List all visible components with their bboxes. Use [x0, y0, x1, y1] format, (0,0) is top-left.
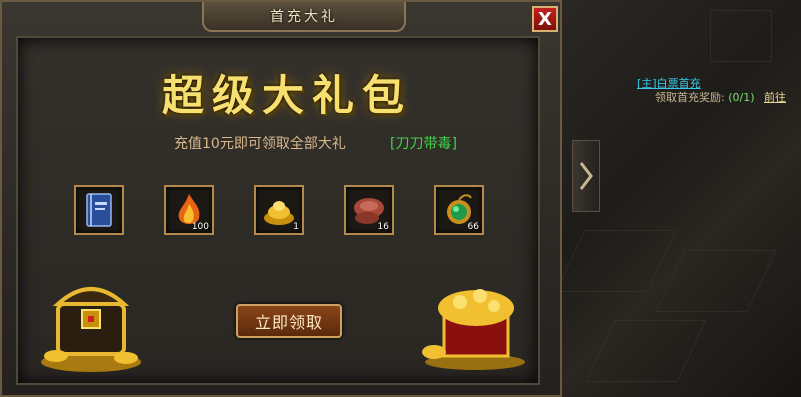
reward-count: 16 — [377, 222, 389, 232]
quest-tracker: [主]白票首充 领取首充奖励: (0/1) 前往 — [637, 77, 786, 105]
claim-now-button[interactable]: 立即领取 — [236, 304, 342, 338]
close-icon: X — [538, 8, 552, 30]
quest-progress: (0/1) — [728, 91, 755, 104]
quest-title-link[interactable]: [主]白票首充 — [637, 77, 701, 90]
reward-slot-4[interactable]: 16 — [344, 185, 394, 235]
reward-count: 100 — [191, 222, 209, 232]
reward-count: 1 — [293, 222, 299, 232]
chevron-right-icon — [579, 162, 593, 190]
gold-chest-icon — [422, 289, 525, 370]
close-button[interactable]: X — [532, 6, 558, 32]
reward-slot-3[interactable]: 1 — [254, 185, 304, 235]
first-recharge-dialog: 首充大礼 X 超级大礼包 充值10元即可领取全部大礼 [刀刀带毒] 100 1 — [0, 0, 562, 397]
headline: 超级大礼包 — [162, 71, 413, 120]
expand-sidebar-button[interactable] — [572, 140, 600, 212]
reward-slot-5[interactable]: 66 — [434, 185, 484, 235]
dialog-title-plate: 首充大礼 — [202, 2, 406, 32]
quest-go-link[interactable]: 前往 — [764, 91, 786, 104]
reward-slot-1[interactable] — [74, 185, 124, 235]
bonus-highlight: [刀刀带毒] — [390, 136, 457, 152]
treasure-chest-icon — [41, 287, 141, 372]
reward-count: 66 — [467, 222, 479, 232]
claim-button-label: 立即领取 — [254, 313, 323, 332]
quest-task-text: 领取首充奖励: — [655, 91, 725, 104]
dialog-title: 首充大礼 — [270, 9, 338, 25]
reward-slot-2[interactable]: 100 — [164, 185, 214, 235]
recharge-subtitle: 充值10元即可领取全部大礼 — [174, 136, 346, 152]
book-icon — [86, 193, 112, 227]
